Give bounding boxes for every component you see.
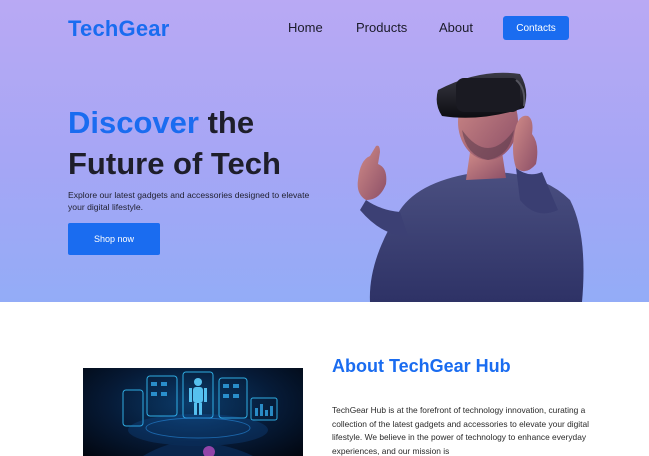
contacts-button[interactable]: Contacts: [503, 16, 569, 40]
shop-now-button[interactable]: Shop now: [68, 223, 160, 255]
about-body: TechGear Hub is at the forefront of tech…: [332, 405, 589, 456]
nav-link-home[interactable]: Home: [288, 20, 323, 35]
hero-headline-rest: the: [198, 105, 255, 140]
about-title: About TechGear Hub: [332, 356, 511, 376]
hero-subtext: Explore our latest gadgets and accessori…: [68, 190, 310, 212]
nav-link-products[interactable]: Products: [356, 20, 407, 35]
hero-section: TechGear Home Products About Contacts Di…: [0, 0, 649, 302]
hero-headline-line2: Future of Tech: [68, 146, 281, 181]
nav-link-about[interactable]: About: [439, 20, 473, 35]
hero-headline-accent: Discover: [68, 105, 199, 140]
holographic-interface-image: [83, 368, 303, 456]
hero-headline: Discover the Future of Tech: [68, 102, 348, 184]
vr-headset-person-image: [357, 72, 584, 302]
